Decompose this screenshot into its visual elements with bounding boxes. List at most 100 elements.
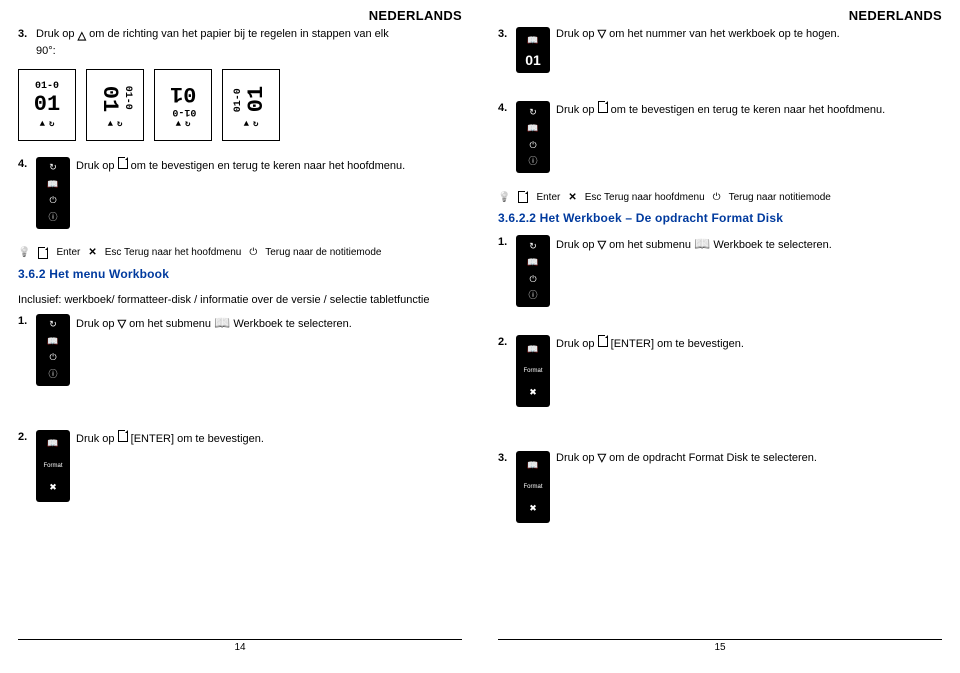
page-left: NEDERLANDS 3. Druk op om de richting van… (0, 0, 480, 673)
step-number: 4. (498, 101, 516, 116)
step-number: 1. (498, 235, 516, 250)
x-icon (88, 247, 96, 258)
step-number: 3. (498, 451, 516, 466)
rotate-icon (253, 119, 258, 129)
text: om het submenu (609, 239, 694, 251)
label: 01-0 (233, 85, 244, 111)
step-body: Druk op [ENTER] om te bevestigen. (556, 335, 942, 352)
label: 01-0 (35, 81, 59, 92)
page-number: 14 (18, 642, 462, 653)
power-icon (249, 247, 257, 258)
label: 01 (244, 85, 269, 111)
inclusive-text: Inclusief: werkboek/ formatteer-disk / i… (18, 293, 462, 308)
hint-legend: Enter Esc Terug naar hoofdmenu Terug naa… (498, 191, 942, 203)
hint-text: Terug naar notitiemode (729, 192, 831, 203)
label: 01-0 (122, 85, 133, 111)
page-header-right: NEDERLANDS (498, 8, 942, 23)
document-icon (518, 191, 528, 203)
footer-rule (498, 639, 942, 640)
document-icon (598, 101, 608, 113)
orientation-icons: 01-0 01 ▲ 01-0 01 ▲ 01-0 01 ▲ 0 (18, 69, 462, 141)
hint-text: Terug naar de notitiemode (265, 247, 381, 258)
text: 90°: (36, 45, 56, 57)
rotate-icon (49, 119, 54, 129)
bulb-icon (498, 192, 510, 203)
device-illustration: ↻📖⏻ⓘ (36, 314, 76, 386)
book-icon (694, 239, 710, 251)
device-illustration: 📖Format✖ (516, 335, 556, 407)
substep-2: 2. 📖Format✖ Druk op [ENTER] om te bevest… (18, 430, 462, 502)
page-header-left: NEDERLANDS (18, 8, 462, 23)
triangle-down-icon (598, 239, 606, 251)
device-illustration: ↻📖⏻ⓘ (516, 101, 556, 173)
step-number: 2. (498, 335, 516, 350)
text: Werkboek te selecteren. (713, 239, 831, 251)
label: 01 (97, 85, 122, 111)
orientation-180: 01-0 01 ▲ (154, 69, 212, 141)
orientation-90: 01-0 01 ▲ (86, 69, 144, 141)
document-icon (118, 430, 128, 442)
section-title: 3.6.2.2 Het Werkboek – De opdracht Forma… (498, 211, 942, 225)
rotate-icon (185, 119, 190, 129)
bulb-icon (18, 247, 30, 258)
hint-text: Esc Terug naar hoofdmenu (585, 192, 705, 203)
text: Druk op (556, 338, 598, 350)
step-number: 4. (18, 157, 36, 172)
text: Druk op (556, 452, 598, 464)
text: [ENTER] om te bevestigen. (131, 433, 264, 445)
footer-rule (18, 639, 462, 640)
document-icon (38, 247, 48, 259)
device-illustration: ↻📖⏻ⓘ (516, 235, 556, 307)
text: om te bevestigen en terug te keren naar … (131, 160, 406, 172)
triangle-up-icon (78, 29, 86, 44)
text: om de opdracht Format Disk te selecteren… (609, 452, 817, 464)
hint-text: Esc Terug naar het hoofdmenu (105, 247, 242, 258)
power-icon (713, 192, 721, 203)
text: Druk op (76, 318, 118, 330)
label: 01-0 (170, 106, 196, 117)
hint-text: Enter (56, 247, 80, 258)
step-body: Druk op om te bevestigen en terug te ker… (76, 157, 462, 174)
text: om te bevestigen en terug te keren naar … (611, 104, 886, 116)
step-body: Druk op om de opdracht Format Disk te se… (556, 451, 942, 466)
triangle-down-icon (118, 318, 126, 330)
text: Druk op (556, 28, 598, 40)
orientation-270: 01-0 01 ▲ (222, 69, 280, 141)
step-body: Druk op om het submenu Werkboek te selec… (556, 235, 942, 253)
book-icon (214, 318, 230, 330)
device-illustration: 📖Format✖ (516, 451, 556, 523)
text: Druk op (36, 28, 78, 40)
step-body: Druk op om de richting van het papier bi… (36, 27, 462, 59)
text: om het submenu (129, 318, 214, 330)
step-body: Druk op om te bevestigen en terug te ker… (556, 101, 942, 118)
step-body: Druk op om het submenu Werkboek te selec… (76, 314, 462, 332)
document-icon (118, 157, 128, 169)
text: Werkboek te selecteren. (233, 318, 351, 330)
device-illustration: ↻📖⏻ⓘ (36, 157, 76, 229)
step-number: 3. (498, 27, 516, 42)
step-body: Druk op om het nummer van het werkboek o… (556, 27, 942, 42)
substep-1: 1. ↻📖⏻ⓘ Druk op om het submenu Werkboek … (18, 314, 462, 386)
step-4: 4. ↻📖⏻ⓘ Druk op om te bevestigen en teru… (498, 101, 942, 173)
step-number: 2. (18, 430, 36, 445)
device-illustration: 📖Format✖ (36, 430, 76, 502)
x-icon (568, 192, 576, 203)
text: [ENTER] om te bevestigen. (611, 338, 744, 350)
step-body: Druk op [ENTER] om te bevestigen. (76, 430, 462, 447)
triangle-down-icon (598, 452, 606, 464)
rotate-icon (117, 119, 122, 129)
page-right: NEDERLANDS 3. 📖01 Druk op om het nummer … (480, 0, 960, 673)
substep-2: 2. 📖Format✖ Druk op [ENTER] om te bevest… (498, 335, 942, 407)
text: Druk op (76, 433, 118, 445)
label: 01 (34, 92, 60, 117)
triangle-down-icon (598, 28, 606, 40)
substep-3: 3. 📖Format✖ Druk op om de opdracht Forma… (498, 451, 942, 523)
hint-text: Enter (536, 192, 560, 203)
step-number: 3. (18, 27, 36, 42)
text: om de richting van het papier bij te reg… (89, 28, 389, 40)
hint-legend: Enter Esc Terug naar het hoofdmenu Terug… (18, 247, 462, 259)
manual-spread: NEDERLANDS 3. Druk op om de richting van… (0, 0, 960, 673)
section-title: 3.6.2 Het menu Workbook (18, 267, 462, 281)
text: Druk op (556, 104, 598, 116)
text: Druk op (76, 160, 118, 172)
